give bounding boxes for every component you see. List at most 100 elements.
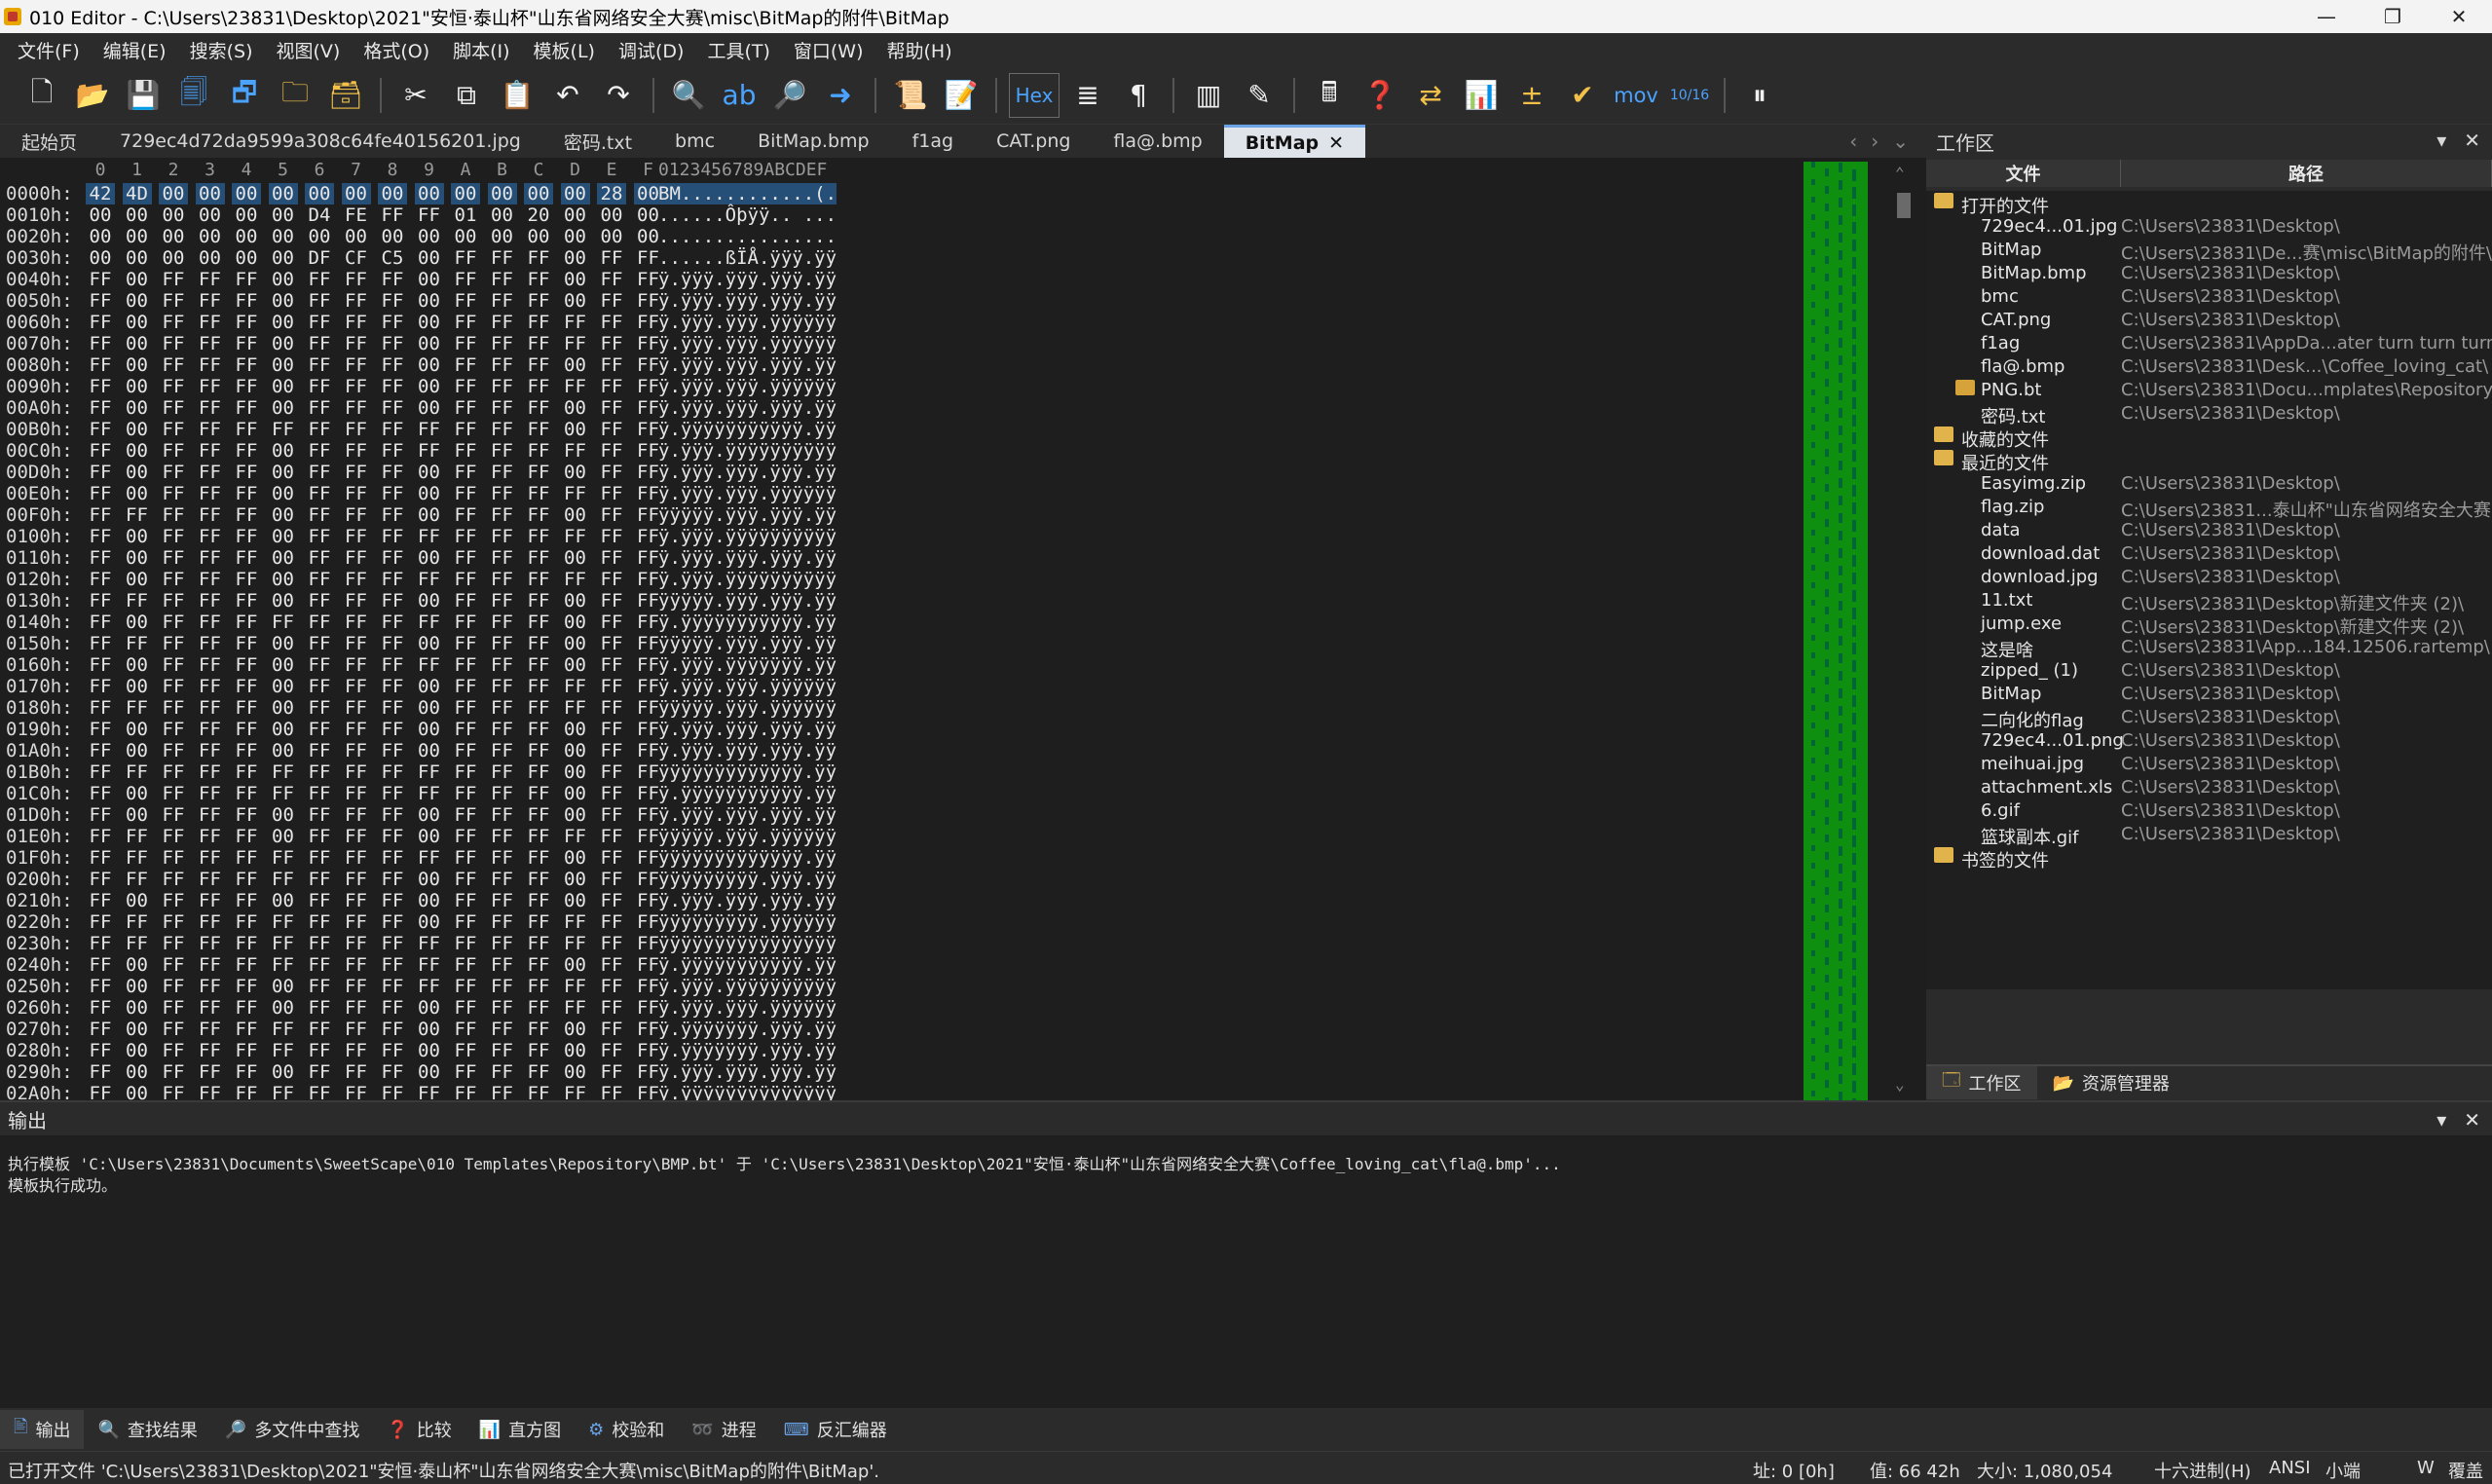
- hex-byte[interactable]: FF: [378, 654, 407, 676]
- hex-byte[interactable]: FF: [159, 376, 188, 397]
- minimize-button[interactable]: —: [2293, 0, 2360, 33]
- hex-byte[interactable]: FF: [524, 1083, 553, 1100]
- hex-byte[interactable]: 00: [341, 183, 371, 204]
- hex-byte[interactable]: FF: [232, 826, 261, 847]
- hex-byte[interactable]: 00: [561, 1061, 590, 1083]
- hex-byte[interactable]: 00: [561, 783, 590, 804]
- hex-byte[interactable]: FF: [196, 504, 225, 526]
- hex-byte[interactable]: FF: [488, 847, 517, 869]
- hex-byte[interactable]: FF: [159, 976, 188, 997]
- hex-byte[interactable]: 00: [561, 547, 590, 569]
- ascii-text[interactable]: ÿÿÿÿÿÿÿÿÿ.ÿÿÿ.ÿÿ: [658, 869, 837, 890]
- hex-byte[interactable]: FF: [597, 290, 626, 312]
- hex-byte[interactable]: FF: [597, 740, 626, 761]
- workspace-item[interactable]: f1ag C:\Users\23831\AppDa...ater turn tur…: [1926, 331, 2492, 354]
- hex-byte[interactable]: FF: [86, 462, 115, 483]
- hex-byte[interactable]: FF: [524, 804, 553, 826]
- hex-byte[interactable]: FF: [86, 504, 115, 526]
- hex-byte[interactable]: FF: [86, 654, 115, 676]
- hex-byte[interactable]: FF: [86, 590, 115, 612]
- hex-byte[interactable]: FF: [451, 1019, 480, 1040]
- hex-byte[interactable]: 00: [561, 290, 590, 312]
- hex-byte[interactable]: FF: [561, 376, 590, 397]
- ascii-text[interactable]: ÿ.ÿÿÿÿÿÿÿÿÿÿÿ.ÿÿ: [658, 783, 837, 804]
- hex-byte[interactable]: 00: [269, 890, 298, 911]
- hex-byte[interactable]: 00: [269, 676, 298, 697]
- hex-byte[interactable]: 00: [561, 204, 590, 226]
- hex-byte[interactable]: FF: [342, 269, 371, 290]
- hex-byte[interactable]: FF: [196, 612, 225, 633]
- hex-byte[interactable]: 00: [196, 247, 225, 269]
- hex-byte[interactable]: FF: [159, 740, 188, 761]
- hex-byte[interactable]: FF: [232, 504, 261, 526]
- menu-item[interactable]: 编辑(E): [92, 37, 178, 63]
- hex-byte[interactable]: 00: [415, 247, 444, 269]
- hex-byte[interactable]: FF: [269, 1019, 298, 1040]
- run-script-icon[interactable]: 📜: [888, 73, 933, 118]
- hex-byte[interactable]: 00: [269, 354, 298, 376]
- hex-byte[interactable]: FF: [378, 911, 407, 933]
- hex-byte[interactable]: FF: [378, 333, 407, 354]
- hex-byte[interactable]: FF: [342, 761, 371, 783]
- ascii-text[interactable]: ÿ.ÿÿÿ.ÿÿÿÿÿÿÿÿÿÿ: [658, 440, 837, 462]
- hex-byte[interactable]: 00: [269, 654, 298, 676]
- hex-byte[interactable]: FF: [232, 976, 261, 997]
- hex-byte[interactable]: FF: [488, 976, 517, 997]
- hex-byte[interactable]: 00: [415, 740, 444, 761]
- workspace-item[interactable]: bmc C:\Users\23831\Desktop\: [1926, 284, 2492, 308]
- hex-byte[interactable]: FF: [488, 719, 517, 740]
- hex-byte[interactable]: FF: [342, 890, 371, 911]
- hex-byte[interactable]: FF: [123, 826, 152, 847]
- hex-byte[interactable]: FF: [196, 826, 225, 847]
- menu-item[interactable]: 帮助(H): [875, 37, 964, 63]
- hex-byte[interactable]: FF: [488, 654, 517, 676]
- hex-byte[interactable]: FF: [86, 376, 115, 397]
- hex-byte[interactable]: 00: [305, 226, 334, 247]
- hex-byte[interactable]: FF: [451, 590, 480, 612]
- hex-byte[interactable]: FF: [378, 740, 407, 761]
- hex-byte[interactable]: FF: [305, 933, 334, 954]
- highlight-icon[interactable]: ✎: [1237, 73, 1282, 118]
- workspace-item[interactable]: download.dat C:\Users\23831\Desktop\: [1926, 541, 2492, 565]
- hex-byte[interactable]: FF: [524, 719, 553, 740]
- hex-byte[interactable]: FF: [451, 954, 480, 976]
- hex-byte[interactable]: FF: [86, 269, 115, 290]
- workspace-item[interactable]: 729ec4...01.png C:\Users\23831\Desktop\: [1926, 728, 2492, 752]
- hex-byte[interactable]: FF: [196, 654, 225, 676]
- hex-byte[interactable]: 00: [269, 633, 298, 654]
- hex-byte[interactable]: FF: [86, 354, 115, 376]
- ascii-text[interactable]: ÿ.ÿÿÿ.ÿÿÿ.ÿÿÿ.ÿÿ: [658, 269, 837, 290]
- hex-byte[interactable]: FF: [378, 676, 407, 697]
- hex-byte[interactable]: FF: [524, 783, 553, 804]
- show-whitespace-icon[interactable]: ¶: [1116, 73, 1161, 118]
- hex-byte[interactable]: FF: [451, 633, 480, 654]
- hex-byte[interactable]: FF: [269, 911, 298, 933]
- hex-byte[interactable]: FF: [305, 440, 334, 462]
- workspace-item[interactable]: 二向化的flag C:\Users\23831\Desktop\: [1926, 705, 2492, 731]
- hex-byte[interactable]: FF: [232, 997, 261, 1019]
- open-project-icon[interactable]: 🗃: [323, 73, 368, 118]
- hex-byte[interactable]: FF: [488, 761, 517, 783]
- hex-byte[interactable]: FF: [159, 397, 188, 419]
- hex-byte[interactable]: FF: [196, 847, 225, 869]
- hex-byte[interactable]: FF: [342, 440, 371, 462]
- hex-byte[interactable]: 00: [123, 290, 152, 312]
- hex-byte[interactable]: FF: [378, 826, 407, 847]
- hex-byte[interactable]: FF: [561, 569, 590, 590]
- ascii-text[interactable]: ÿ.ÿÿÿ.ÿÿÿ.ÿÿÿÿÿÿ: [658, 997, 837, 1019]
- bottom-tab[interactable]: 🔎 多文件中查找: [211, 1410, 373, 1449]
- hex-byte[interactable]: FF: [597, 269, 626, 290]
- ascii-text[interactable]: ÿ.ÿÿÿÿÿÿÿÿÿÿÿ.ÿÿ: [658, 954, 837, 976]
- hex-byte[interactable]: FF: [415, 954, 444, 976]
- hex-byte[interactable]: FF: [232, 783, 261, 804]
- hex-byte[interactable]: 00: [561, 1040, 590, 1061]
- hex-byte[interactable]: FF: [451, 890, 480, 911]
- hex-byte[interactable]: FF: [488, 954, 517, 976]
- hex-byte[interactable]: 4D: [122, 183, 152, 204]
- hex-byte[interactable]: FF: [378, 890, 407, 911]
- bottom-tab[interactable]: ➿ 进程: [678, 1410, 769, 1449]
- hex-byte[interactable]: FF: [561, 676, 590, 697]
- hex-byte[interactable]: FF: [342, 1040, 371, 1061]
- hex-byte[interactable]: FF: [86, 997, 115, 1019]
- hex-byte[interactable]: 00: [123, 247, 152, 269]
